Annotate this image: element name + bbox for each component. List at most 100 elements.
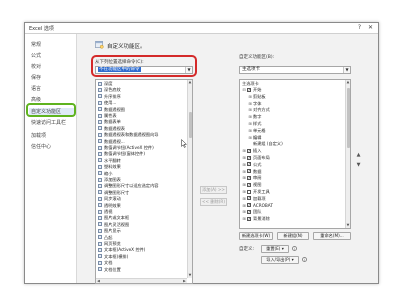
tree-item[interactable]: 新建组 (自定义): [240, 141, 344, 146]
command-item[interactable]: 深度: [96, 81, 186, 86]
expand-icon[interactable]: ⊞: [248, 101, 252, 106]
tab-checkbox[interactable]: ✓: [247, 148, 251, 153]
command-item[interactable]: 升序排序: [96, 94, 186, 99]
tab-checkbox[interactable]: ✓: [247, 175, 251, 180]
commands-scrollbar[interactable]: ▲ ▼: [187, 80, 192, 278]
tree-item[interactable]: ⊞ ✓ 数据: [240, 169, 344, 174]
command-item[interactable]: 透明效果: [96, 203, 186, 208]
tree-item[interactable]: ⊟ ✓ 开始: [240, 87, 344, 92]
command-item[interactable]: 凸起: [96, 235, 186, 240]
tree-item[interactable]: ⊞ ✓ 公式: [240, 162, 344, 167]
expand-icon[interactable]: ⊞: [242, 196, 246, 201]
command-item[interactable]: 数据透视图: [96, 107, 186, 112]
command-item[interactable]: 数据透视...: [96, 139, 186, 144]
help-button[interactable]: ?: [355, 24, 364, 32]
scroll-thumb[interactable]: [346, 88, 350, 148]
sidebar-item-formulas[interactable]: 公式: [29, 52, 74, 60]
command-item[interactable]: 调整图形尺寸以适应选定内容: [96, 183, 186, 188]
commands-hscrollbar[interactable]: ◀ ▶: [96, 278, 187, 283]
tree-item[interactable]: ⊞ 对齐方式: [240, 107, 344, 112]
expand-icon[interactable]: ⊞: [242, 169, 246, 174]
sidebar-item-quick-access-toolbar[interactable]: 快速访问工具栏: [29, 119, 74, 127]
sidebar-item-language[interactable]: 语言: [29, 85, 74, 93]
add-button[interactable]: 添加(A) >>: [200, 186, 227, 194]
command-item[interactable]: 文本框(ActiveX 控件): [96, 247, 186, 252]
expand-icon[interactable]: ⊞: [248, 128, 252, 133]
command-item[interactable]: 透视: [96, 209, 186, 214]
tree-item[interactable]: ⊞ 开发工具: [240, 189, 344, 194]
sidebar-item-general[interactable]: 常规: [29, 41, 74, 49]
expand-icon[interactable]: ⊞: [248, 107, 252, 112]
command-item[interactable]: 塑料效果: [96, 164, 186, 169]
expand-icon[interactable]: ⊞: [248, 94, 252, 99]
expand-icon[interactable]: ⊞: [242, 155, 246, 160]
customize-ribbon-dropdown[interactable]: 主选项卡 ▼: [239, 66, 351, 74]
expand-icon[interactable]: ⊞: [242, 203, 246, 208]
close-button[interactable]: ✕: [366, 24, 375, 32]
expand-icon[interactable]: ⊞: [242, 182, 246, 187]
tree-item[interactable]: ⊞ 编辑: [240, 135, 344, 140]
tree-item[interactable]: ⊞ ✓ ACROBAT: [240, 203, 344, 208]
scroll-right-icon[interactable]: ▶: [182, 279, 187, 283]
command-item[interactable]: 使用...: [96, 100, 186, 105]
command-item[interactable]: 数据表单: [96, 119, 186, 124]
tree-scrollbar[interactable]: ▲ ▼: [345, 80, 350, 228]
tab-checkbox[interactable]: [247, 189, 251, 194]
tab-checkbox[interactable]: ✓: [247, 87, 251, 92]
rename-button[interactable]: 重命名(M)...: [313, 232, 351, 240]
expand-icon[interactable]: ⊞: [242, 189, 246, 194]
command-item[interactable]: 添加图表: [96, 177, 186, 182]
scroll-thumb[interactable]: [188, 112, 192, 138]
tree-item[interactable]: ⊞ ✓ 加载项: [240, 196, 344, 201]
command-item[interactable]: 网页预览: [96, 241, 186, 246]
command-item[interactable]: 数值调节钮(窗体控件): [96, 151, 186, 156]
move-down-icon[interactable]: ▼: [356, 162, 361, 168]
scroll-down-icon[interactable]: ▼: [188, 273, 192, 278]
ribbon-tabs-tree[interactable]: 主选项卡 ⊟ ✓ 开始 ⊞ 剪贴板 ⊞ 字体 ⊞ 对齐方式 ⊞ 数字 ⊞ 样式 ⊞ 单元格 ⊞ 编辑 新建组 (自…: [239, 79, 351, 229]
expand-icon[interactable]: ⊞: [248, 114, 252, 119]
tree-item[interactable]: ⊞ ✓ 页面布局: [240, 155, 344, 160]
sidebar-item-add-ins[interactable]: 加载项: [29, 132, 74, 140]
tree-item[interactable]: ⊞ ✓ 背景消除: [240, 216, 344, 221]
new-tab-button[interactable]: 新建选项卡(W): [239, 232, 273, 240]
tab-checkbox[interactable]: ✓: [247, 196, 251, 201]
tree-item[interactable]: ⊞ 样式: [240, 121, 344, 126]
command-item[interactable]: 图片灵活视图: [96, 222, 186, 227]
tree-item[interactable]: ⊞ ✓ 插入: [240, 148, 344, 153]
scroll-up-icon[interactable]: ▲: [188, 80, 192, 85]
sidebar-item-save[interactable]: 保存: [29, 74, 74, 82]
move-up-icon[interactable]: ▲: [356, 152, 361, 158]
command-item[interactable]: 图片或文本框: [96, 215, 186, 220]
tab-checkbox[interactable]: ✓: [247, 169, 251, 174]
expand-icon[interactable]: ⊞: [242, 162, 246, 167]
tab-checkbox[interactable]: ✓: [247, 162, 251, 167]
command-item[interactable]: 文档位置: [96, 267, 186, 272]
command-item[interactable]: 水平翻转: [96, 158, 186, 163]
tab-checkbox[interactable]: ✓: [247, 209, 251, 214]
tab-checkbox[interactable]: ✓: [247, 216, 251, 221]
command-item[interactable]: 数值调节钮(ActiveX 控件): [96, 145, 186, 150]
command-item[interactable]: 同步滚动: [96, 196, 186, 201]
import-export-button[interactable]: 导入/导出(P) ▾: [261, 256, 299, 264]
tab-checkbox[interactable]: ✓: [247, 155, 251, 160]
scroll-down-icon[interactable]: ▼: [346, 223, 350, 228]
expand-icon[interactable]: ⊞: [242, 216, 246, 221]
tree-item[interactable]: ⊞ ✓ 视图: [240, 182, 344, 187]
expand-icon[interactable]: ⊞: [242, 175, 246, 180]
collapse-icon[interactable]: ⊟: [242, 87, 246, 92]
expand-icon[interactable]: ⊞: [242, 209, 246, 214]
tree-item[interactable]: ⊞ 字体: [240, 101, 344, 106]
scroll-left-icon[interactable]: ◀: [96, 279, 101, 283]
command-item[interactable]: 深色底纹: [96, 87, 186, 92]
tree-item[interactable]: ⊞ 剪贴板: [240, 94, 344, 99]
command-item[interactable]: 数据透视表: [96, 126, 186, 131]
command-item[interactable]: 缩小: [96, 171, 186, 176]
sidebar-item-trust-center[interactable]: 信任中心: [29, 143, 74, 151]
commands-list[interactable]: 深度 深色底纹 升序排序 使用... 数据透视图 属性表 数据表单 数据透视表 数据透视表和数据…: [95, 79, 193, 284]
scroll-up-icon[interactable]: ▲: [346, 80, 350, 85]
sidebar-item-proofing[interactable]: 校对: [29, 63, 74, 71]
tree-item[interactable]: ⊞ ✓ 团队: [240, 209, 344, 214]
tree-item[interactable]: ⊞ 单元格: [240, 128, 344, 133]
tree-item[interactable]: ⊞ ✓ 审阅: [240, 175, 344, 180]
chevron-down-icon[interactable]: ▼: [343, 67, 350, 73]
